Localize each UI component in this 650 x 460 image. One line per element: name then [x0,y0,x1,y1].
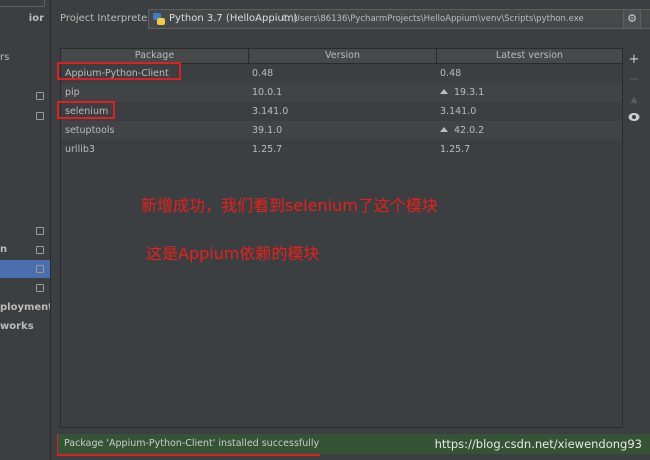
column-header-version[interactable]: Version [249,49,437,63]
sidebar-item-directories[interactable] [0,107,50,125]
package-name: urllib3 [65,144,95,155]
sidebar-item-plugins[interactable]: rs [0,49,50,67]
upgrade-available-icon [440,89,448,94]
interpreter-label: Project Interpreter: [60,13,155,24]
package-latest: 42.0.2 [440,121,484,140]
sidebar-item-python[interactable]: n [0,241,50,259]
project-scope-icon [36,227,44,235]
interpreter-name: Python 3.7 (HelloAppium) [169,13,298,24]
project-scope-icon [36,265,44,273]
sidebar-item-frameworks[interactable]: works [0,318,50,336]
package-latest: 3.141.0 [440,106,477,117]
annotation-text-1: 新增成功，我们看到selenium了这个模块 [141,196,438,215]
project-scope-icon [36,284,44,292]
column-header-latest[interactable]: Latest version [437,49,622,63]
project-scope-icon [36,112,44,120]
table-row[interactable]: urllib3 1.25.7 1.25.7 [61,140,622,159]
package-latest: 0.48 [440,68,462,79]
package-version: 39.1.0 [252,125,283,136]
show-early-releases-button[interactable] [627,112,641,126]
interpreter-select[interactable]: Python 3.7 (HelloAppium) C:\Users\86136\… [148,9,650,29]
annotation-text-2: 这是Appium依赖的模块 [146,244,320,263]
status-message: Package 'Appium-Python-Client' installed… [64,438,320,449]
sidebar-item-console[interactable] [0,279,50,297]
eye-icon [628,113,640,121]
highlight-box-selenium [57,101,115,119]
watermark: https://blog.csdn.net/xiewendong93 [434,437,642,451]
package-name: setuptools [65,125,115,136]
add-package-button[interactable]: + [627,53,641,67]
remove-package-button[interactable]: − [627,73,641,87]
interpreter-settings-button[interactable]: ⚙ [623,9,641,29]
sidebar-top-box [0,0,45,7]
highlight-box-appium [57,62,181,80]
table-row[interactable]: setuptools 39.1.0 42.0.2 [61,121,622,140]
package-version: 1.25.7 [252,144,283,155]
packages-table[interactable]: Package Version Latest version Appium-Py… [60,48,623,428]
sidebar-item-project-interpreter[interactable] [0,260,50,278]
project-scope-icon [36,246,44,254]
upgrade-available-icon [440,127,448,132]
gear-icon: ⚙ [627,12,637,25]
sidebar-item-project-structure[interactable] [0,222,50,240]
table-row[interactable]: pip 10.0.1 19.3.1 [61,83,622,102]
upgrade-package-button[interactable]: ▲ [627,93,641,107]
table-row[interactable]: selenium 3.141.0 3.141.0 [61,102,622,121]
project-scope-icon [36,92,44,100]
interpreter-path: C:\Users\86136\PycharmProjects\HelloAppi… [282,14,584,24]
package-name: pip [65,87,80,98]
settings-sidebar: ior rs n ployment works [0,0,51,460]
package-version: 0.48 [252,68,274,79]
package-version: 10.0.1 [252,87,283,98]
package-version: 3.141.0 [252,106,289,117]
column-header-package[interactable]: Package [61,49,249,63]
sidebar-item-deployment[interactable]: ployment [0,299,50,317]
python-icon [153,13,165,25]
sidebar-item-vcs[interactable] [0,87,50,105]
sidebar-item-editor[interactable]: ior [0,10,50,28]
package-latest: 19.3.1 [440,83,484,102]
package-latest: 1.25.7 [440,144,471,155]
